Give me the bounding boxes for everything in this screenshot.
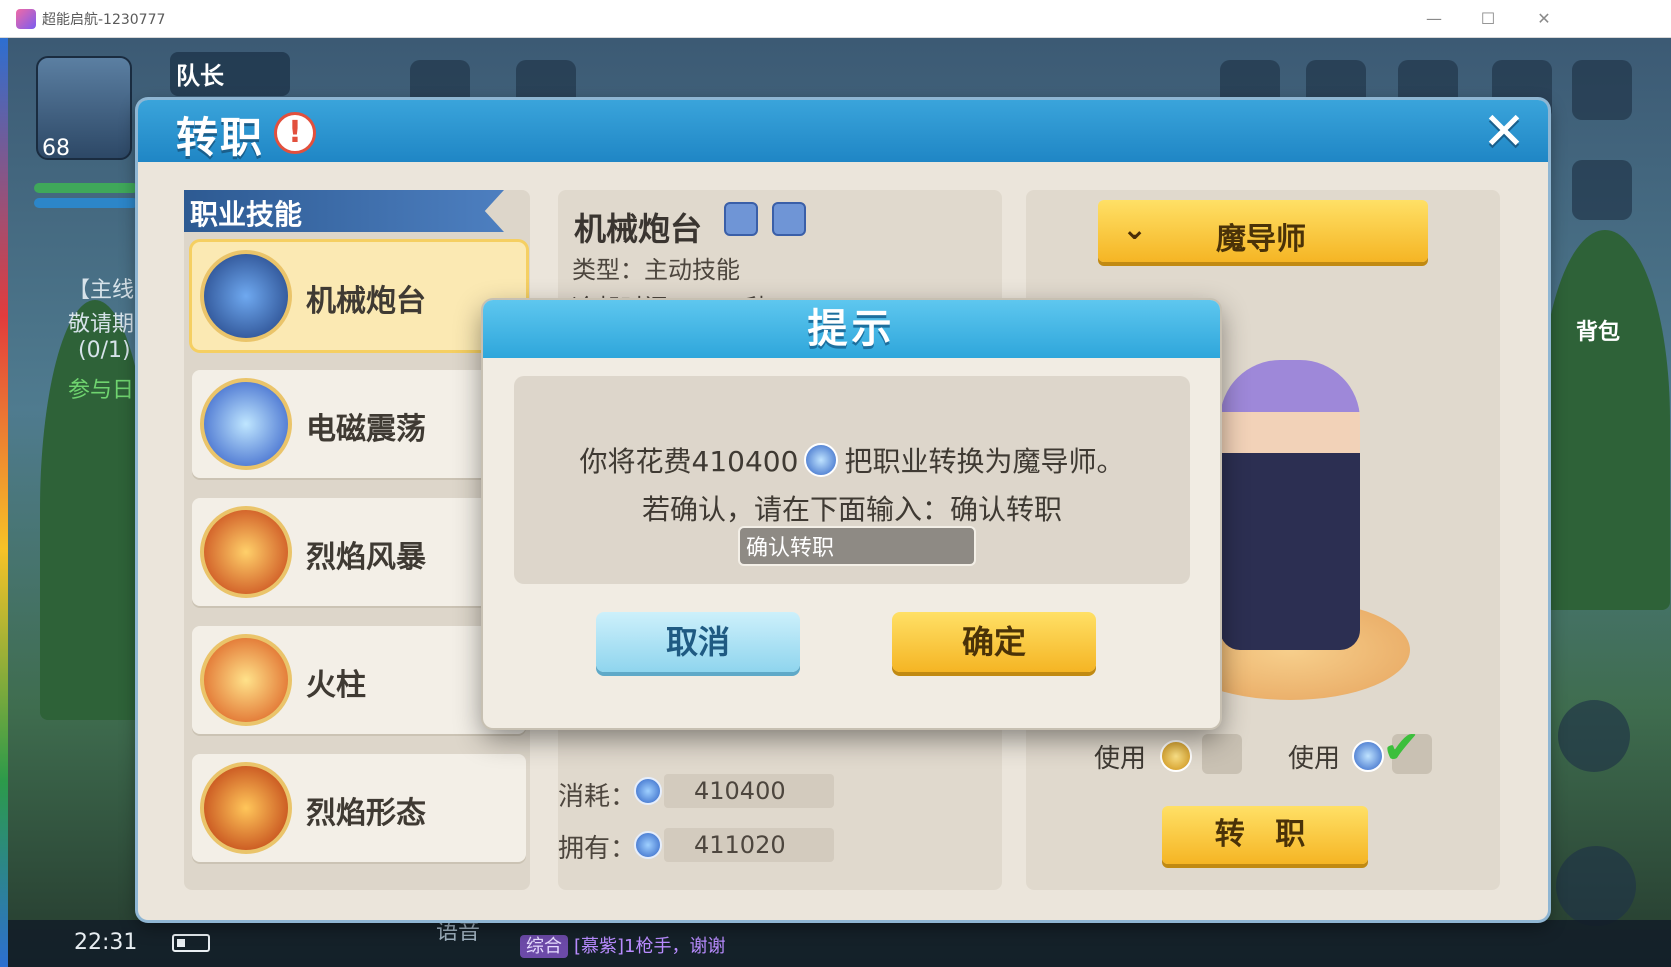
- cost-value: 410400: [664, 774, 834, 808]
- modal-message-line-1: 你将花费410400 把职业转换为魔导师。: [514, 440, 1190, 480]
- window-title: 超能启航-1230777: [42, 12, 166, 28]
- star-coin-icon: [634, 777, 662, 805]
- use-gold-label: 使用: [1094, 744, 1147, 774]
- pet-icon[interactable]: [1556, 846, 1636, 926]
- cost-label: 消耗：: [558, 782, 637, 812]
- dialog-header: [138, 100, 1548, 162]
- battery-icon: [172, 934, 210, 952]
- cost-text: 你将花费410400: [579, 445, 799, 478]
- dialog-close-button[interactable]: ✕: [1476, 104, 1532, 160]
- skill-item[interactable]: 电磁震荡: [192, 370, 526, 478]
- flame-storm-skill-icon: [200, 506, 292, 598]
- alert-icon[interactable]: !: [274, 112, 316, 154]
- clock-time: 22:31: [74, 930, 138, 955]
- quest-line: 【主线: [68, 278, 135, 303]
- transfer-button[interactable]: 转 职: [1162, 806, 1368, 864]
- star-coin-icon: [1352, 740, 1384, 772]
- use-gold-checkbox[interactable]: [1202, 734, 1242, 774]
- window-close-button[interactable]: ✕: [1524, 6, 1564, 32]
- desktop-edge-strip: [0, 38, 8, 967]
- own-label: 拥有：: [558, 834, 637, 864]
- attack-icon[interactable]: [1558, 700, 1630, 772]
- minimize-button[interactable]: —: [1414, 6, 1454, 32]
- captain-label: 队长: [176, 62, 224, 90]
- convert-text: 把职业转换为魔导师。: [844, 445, 1125, 478]
- skill-item[interactable]: 烈焰形态: [192, 754, 526, 862]
- modal-message-line-2: 若确认，请在下面输入：确认转职: [641, 493, 1062, 526]
- modal-title: 提示: [807, 306, 896, 352]
- chat-channel-tag: 综合: [520, 935, 568, 958]
- skill-name: 烈焰形态: [306, 796, 426, 831]
- skill-item[interactable]: 火柱: [192, 626, 526, 734]
- tree-decoration: [40, 300, 150, 720]
- turret-skill-icon: [200, 250, 292, 342]
- menu-grid-icon[interactable]: [1572, 160, 1632, 220]
- confirm-text-input[interactable]: [738, 526, 976, 566]
- cancel-button[interactable]: 取消: [596, 612, 800, 672]
- skill-name: 电磁震荡: [306, 412, 426, 447]
- mp-bar: [34, 198, 138, 208]
- quest-line: 敬请期: [68, 312, 135, 337]
- player-level: 68: [42, 136, 70, 161]
- star-coin-icon: [634, 831, 662, 859]
- use-star-label: 使用: [1288, 744, 1341, 774]
- bag-label: 背包: [1576, 320, 1621, 345]
- skill-element-icon: [772, 202, 806, 236]
- dialog-title: 转职: [176, 113, 265, 162]
- skill-name: 火柱: [306, 668, 366, 703]
- chevron-down-icon: ⌄: [1122, 212, 1148, 247]
- bottom-status-bar: [8, 920, 1671, 967]
- skill-detail-name: 机械炮台: [574, 210, 703, 248]
- character-model: [1220, 360, 1360, 650]
- app-icon: [16, 9, 36, 29]
- skill-type: 类型：主动技能: [572, 256, 740, 284]
- confirm-button[interactable]: 确定: [892, 612, 1096, 672]
- quest-line: 参与日: [68, 378, 135, 403]
- expand-arrow-icon[interactable]: [1572, 60, 1632, 120]
- hp-bar: [34, 183, 138, 193]
- skill-item[interactable]: 机械炮台: [192, 242, 526, 350]
- skill-list-title: 职业技能: [190, 198, 303, 231]
- maximize-button[interactable]: ☐: [1468, 6, 1508, 32]
- skill-name: 烈焰风暴: [306, 540, 426, 575]
- electromagnetic-skill-icon: [200, 378, 292, 470]
- captain-badge: 队长: [170, 52, 290, 96]
- class-dropdown-value: 魔导师: [1216, 222, 1306, 257]
- star-coin-icon: [804, 443, 839, 477]
- flame-form-skill-icon: [200, 762, 292, 854]
- chat-line[interactable]: 综合 [慕紫]1枪手，谢谢: [520, 932, 726, 958]
- check-icon: ✔: [1382, 720, 1421, 774]
- skill-item[interactable]: 烈焰风暴: [192, 498, 526, 606]
- quest-line: (0/1): [78, 338, 131, 363]
- fire-pillar-skill-icon: [200, 634, 292, 726]
- skill-tag-icon: [724, 202, 758, 236]
- skill-name: 机械炮台: [306, 284, 426, 319]
- gold-coin-icon: [1160, 740, 1192, 772]
- chat-message: [慕紫]1枪手，谢谢: [574, 936, 726, 957]
- window-titlebar: 超能启航-1230777 — ☐ ✕: [0, 0, 1671, 38]
- own-value: 411020: [664, 828, 834, 862]
